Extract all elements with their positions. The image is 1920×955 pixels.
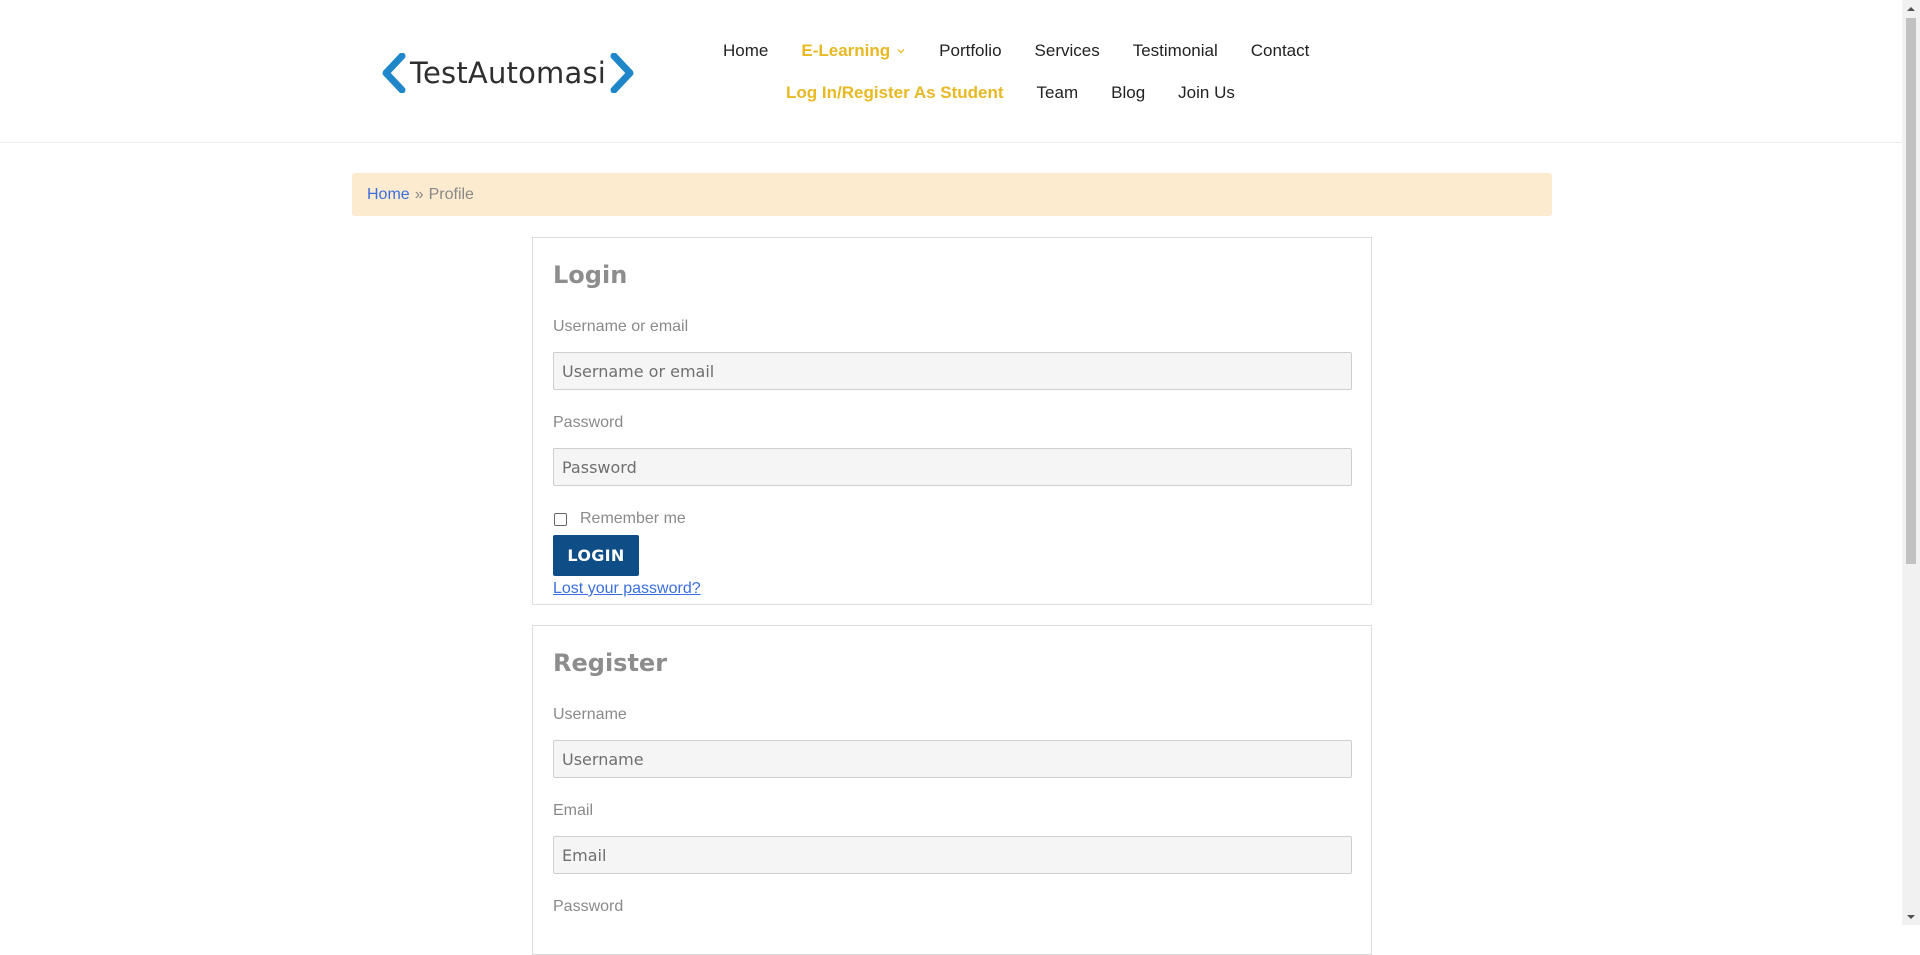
login-title: Login bbox=[553, 261, 628, 289]
nav-item-label: E-Learning bbox=[801, 41, 891, 60]
scroll-up-arrow-icon[interactable] bbox=[1902, 0, 1920, 17]
login-button[interactable]: LOGIN bbox=[553, 535, 639, 576]
remember-me-label: Remember me bbox=[580, 510, 686, 527]
register-password-label: Password bbox=[553, 898, 624, 915]
nav-item-services[interactable]: Services bbox=[1035, 41, 1100, 61]
nav-item-testimonial[interactable]: Testimonial bbox=[1133, 41, 1218, 61]
remember-me-checkbox[interactable] bbox=[554, 512, 567, 526]
chevron-right-icon bbox=[610, 53, 634, 93]
register-username-input[interactable] bbox=[553, 740, 1352, 778]
logo-text: TestAutomasi bbox=[410, 56, 607, 90]
chevron-down-icon bbox=[897, 49, 905, 54]
breadcrumb-current: Profile bbox=[428, 185, 474, 203]
lost-password-link[interactable]: Lost your password? bbox=[553, 580, 701, 598]
page-scrollbar[interactable] bbox=[1902, 0, 1920, 925]
scroll-down-arrow-icon[interactable] bbox=[1902, 908, 1920, 925]
nav-item-blog[interactable]: Blog bbox=[1111, 83, 1145, 103]
site-logo[interactable]: TestAutomasi bbox=[380, 48, 636, 98]
breadcrumb: Home » Profile bbox=[352, 173, 1552, 216]
nav-item-e-learning[interactable]: E-Learning bbox=[801, 41, 906, 61]
register-title: Register bbox=[553, 649, 668, 677]
nav-item-home[interactable]: Home bbox=[723, 41, 768, 61]
register-email-label: Email bbox=[553, 802, 594, 819]
login-password-input[interactable] bbox=[553, 448, 1352, 486]
breadcrumb-separator: » bbox=[414, 185, 424, 203]
login-form: Login Username or email Password Remembe… bbox=[532, 237, 1372, 605]
main-nav-row-2: Log In/Register As Student Team Blog Joi… bbox=[786, 83, 1268, 103]
chevron-left-icon bbox=[382, 53, 406, 93]
login-username-input[interactable] bbox=[553, 352, 1352, 390]
nav-item-team[interactable]: Team bbox=[1037, 83, 1079, 103]
nav-item-join-us[interactable]: Join Us bbox=[1178, 83, 1235, 103]
register-username-label: Username bbox=[553, 706, 627, 723]
remember-me: Remember me bbox=[553, 510, 686, 528]
register-email-input[interactable] bbox=[553, 836, 1352, 874]
main-nav-row-1: Home E-Learning Portfolio Services Testi… bbox=[723, 41, 1342, 61]
nav-item-login-register[interactable]: Log In/Register As Student bbox=[786, 83, 1004, 103]
scrollbar-thumb[interactable] bbox=[1906, 18, 1916, 564]
nav-item-portfolio[interactable]: Portfolio bbox=[939, 41, 1001, 61]
register-form: Register Username Email Password bbox=[532, 625, 1372, 955]
breadcrumb-home-link[interactable]: Home bbox=[367, 186, 410, 204]
nav-item-contact[interactable]: Contact bbox=[1251, 41, 1310, 61]
site-header: TestAutomasi Home E-Learning Portfolio S… bbox=[0, 0, 1902, 143]
username-label: Username or email bbox=[553, 318, 689, 335]
password-label: Password bbox=[553, 414, 624, 431]
